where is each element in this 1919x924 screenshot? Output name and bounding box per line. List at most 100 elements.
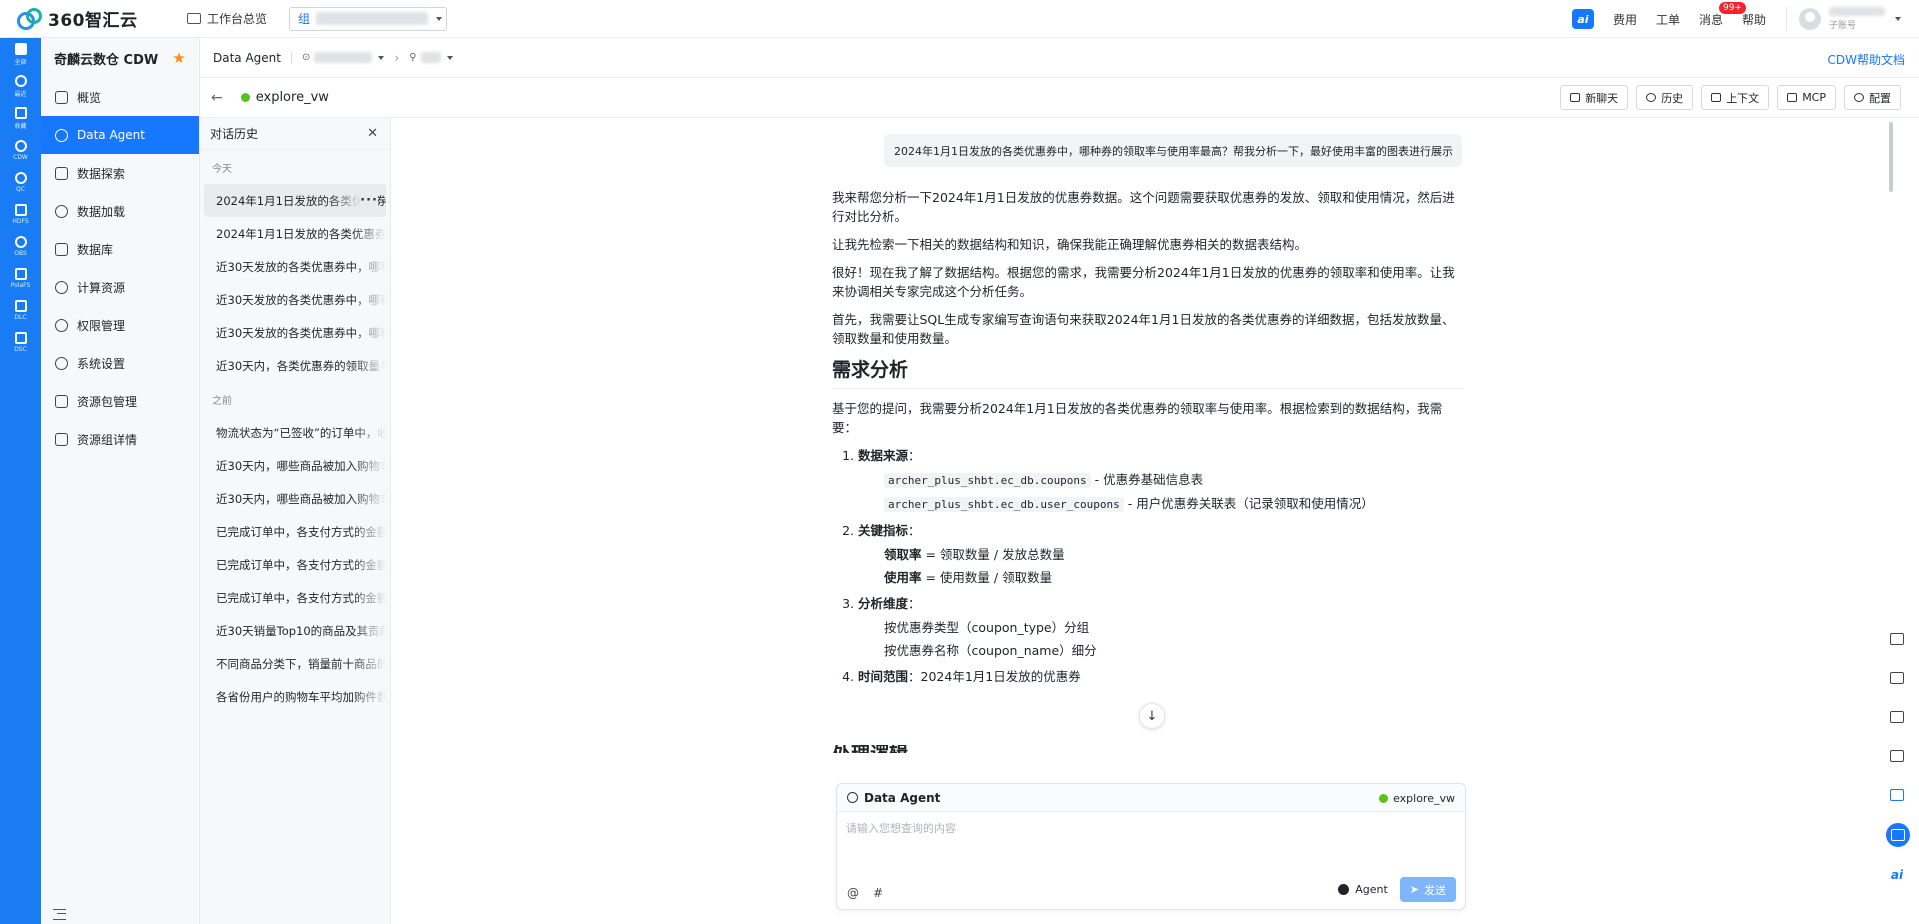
agent-icon bbox=[847, 792, 858, 803]
history-item[interactable]: 不同商品分类下，销量前十商品的 bbox=[204, 647, 386, 680]
mail-button[interactable] bbox=[1886, 667, 1908, 689]
history-item[interactable]: 近30天内，哪些商品被加入购物车次数最多 bbox=[204, 482, 386, 515]
sub-line: 按优惠券名称（coupon_name）细分 bbox=[884, 643, 1097, 658]
new-chat-button[interactable]: 新聊天 bbox=[1560, 85, 1629, 110]
chevron-down-icon bbox=[378, 55, 385, 60]
back-arrow-icon[interactable]: ← bbox=[211, 90, 223, 106]
nav-item-overview[interactable]: 概览 bbox=[41, 78, 199, 116]
metric-name: 领取率 bbox=[884, 547, 922, 562]
list-item-title: 时间范围 bbox=[858, 669, 909, 684]
rail-label: PolaFS bbox=[10, 281, 31, 289]
list-button[interactable] bbox=[1886, 745, 1908, 767]
rail-item-favorites[interactable]: 收藏 bbox=[0, 102, 41, 134]
nav-item-data-load[interactable]: 数据加载 bbox=[41, 192, 199, 230]
rail-label: DLC bbox=[14, 313, 27, 321]
edit-button[interactable] bbox=[1886, 823, 1910, 847]
history-item[interactable]: 2024年1月1日发放的各类优惠券中，哪种券的领取率与使用率最高？ bbox=[204, 217, 386, 250]
history-item[interactable]: 已完成订单中，各支付方式的金额占比 bbox=[204, 581, 386, 614]
floating-tools: ai bbox=[1886, 628, 1910, 903]
instance-select[interactable]: ⊙ bbox=[302, 52, 385, 63]
ai-assistant-button[interactable]: ai bbox=[1571, 9, 1594, 29]
close-icon[interactable]: ✕ bbox=[367, 126, 378, 141]
apps-button[interactable] bbox=[1886, 706, 1908, 728]
nav-item-compute[interactable]: 计算资源 bbox=[41, 268, 199, 306]
hash-icon[interactable]: # bbox=[873, 886, 883, 900]
history-item[interactable]: 已完成订单中，各支付方式的金额占比 bbox=[204, 548, 386, 581]
scrollbar-thumb[interactable] bbox=[1889, 122, 1893, 192]
ticket-link[interactable]: 工单 bbox=[1656, 11, 1680, 28]
user-menu[interactable]: 子账号 bbox=[1786, 7, 1901, 31]
mcp-icon bbox=[1787, 93, 1798, 102]
answer-paragraph: 首先，我需要让SQL生成专家编写查询语句来获取2024年1月1日发放的各类优惠券… bbox=[832, 312, 1455, 346]
nav-item-settings[interactable]: 系统设置 bbox=[41, 344, 199, 382]
fade-overlay bbox=[352, 647, 386, 680]
history-item[interactable]: 近30天发放的各类优惠券中，哪种券的领取率最高？ bbox=[204, 250, 386, 283]
mail-icon bbox=[1890, 672, 1904, 684]
history-item[interactable]: 已完成订单中，各支付方式的金额占比 bbox=[204, 515, 386, 548]
nav-item-data-explore[interactable]: 数据探索 bbox=[41, 154, 199, 192]
history-item[interactable]: 2024年1月1日发放的各类优惠券中，哪种券的领取率与使用率最高？··· bbox=[204, 184, 386, 217]
agent-mode-toggle[interactable]: Agent bbox=[1338, 883, 1388, 896]
history-item[interactable]: 近30天发放的各类优惠券中，哪种券的领取率最高？ bbox=[204, 316, 386, 349]
rail-item-dlc[interactable]: DLC bbox=[0, 294, 41, 326]
history-group-before: 之前 bbox=[212, 395, 232, 407]
sub-line: 领取率 = 领取数量 / 发放总数量 bbox=[884, 545, 1464, 564]
history-item[interactable]: 近30天内，哪些商品被加入购物车次数最多 bbox=[204, 449, 386, 482]
top-right-actions: ai 费用 工单 消息 99+ 帮助 子账号 bbox=[1571, 0, 1919, 38]
history-item[interactable]: 各省份用户的购物车平均加购件数 bbox=[204, 680, 386, 713]
qrcode-button[interactable] bbox=[1886, 784, 1908, 806]
nav-item-database[interactable]: 数据库 bbox=[41, 230, 199, 268]
collapse-sidebar-icon[interactable] bbox=[53, 909, 66, 920]
translate-button[interactable] bbox=[1886, 628, 1908, 650]
rail-item-all[interactable]: 全部 bbox=[0, 38, 41, 70]
mcp-button[interactable]: MCP bbox=[1777, 85, 1836, 110]
rail-item-obs[interactable]: OBS bbox=[0, 230, 41, 262]
messages-link[interactable]: 消息 99+ bbox=[1699, 1, 1746, 28]
nav-item-package[interactable]: 资源包管理 bbox=[41, 382, 199, 420]
rail-item-hdfs[interactable]: HDFS bbox=[0, 198, 41, 230]
history-button[interactable]: 历史 bbox=[1636, 85, 1694, 110]
rail-label: 全部 bbox=[14, 58, 27, 66]
fade-overlay bbox=[352, 416, 386, 449]
billing-link[interactable]: 费用 bbox=[1613, 11, 1637, 28]
group-select[interactable]: 组 bbox=[289, 6, 448, 31]
context-button[interactable]: 上下文 bbox=[1701, 85, 1770, 110]
nav-item-permission[interactable]: 权限管理 bbox=[41, 306, 199, 344]
help-link[interactable]: 帮助 bbox=[1742, 11, 1766, 28]
instance-icon: ⊙ bbox=[302, 52, 311, 63]
list-item: 关键指标： 领取率 = 领取数量 / 发放总数量 使用率 = 使用数量 / 领取… bbox=[858, 521, 1464, 587]
database-select[interactable]: ⚲ bbox=[409, 52, 453, 63]
history-item[interactable]: 近30天销量Top10的商品及其贡献 bbox=[204, 614, 386, 647]
query-input[interactable] bbox=[846, 822, 1446, 835]
chart-icon bbox=[14, 331, 27, 344]
ai-float-button[interactable]: ai bbox=[1886, 864, 1908, 886]
nav-label: 权限管理 bbox=[77, 318, 126, 333]
more-icon[interactable]: ··· bbox=[360, 193, 378, 208]
rail-item-polafs[interactable]: PolaFS bbox=[0, 262, 41, 294]
nav-item-resource-group[interactable]: 资源组详情 bbox=[41, 420, 199, 458]
history-item[interactable]: 物流状态为“已签收”的订单中，收货时长 bbox=[204, 416, 386, 449]
send-button[interactable]: ➤ 发送 bbox=[1399, 877, 1456, 902]
history-item[interactable]: 近30天内，各类优惠券的领取量与使用量 bbox=[204, 349, 386, 382]
top-bar: 360智汇云 工作台总览 组 ai 费用 工单 消息 99+ 帮助 子账号 bbox=[0, 0, 1919, 38]
scroll-to-bottom-button[interactable]: ↓ bbox=[1139, 703, 1165, 729]
mention-icon[interactable]: @ bbox=[847, 886, 859, 900]
settings-icon bbox=[1854, 93, 1864, 102]
input-workspace[interactable]: explore_vw bbox=[1379, 792, 1455, 805]
brand-logo[interactable]: 360智汇云 bbox=[17, 6, 167, 31]
rail-item-cdw[interactable]: CDW bbox=[0, 134, 41, 166]
workspace-overview-link[interactable]: 工作台总览 bbox=[187, 10, 267, 27]
list-item-title: 数据来源 bbox=[858, 448, 909, 463]
nav-item-data-agent[interactable]: Data Agent bbox=[41, 116, 199, 154]
rail-item-qc[interactable]: QC bbox=[0, 166, 41, 198]
config-button[interactable]: 配置 bbox=[1844, 85, 1901, 110]
rail-label: 最近 bbox=[14, 90, 27, 98]
arrow-down-icon: ↓ bbox=[1146, 708, 1158, 724]
rail-item-recent[interactable]: 最近 bbox=[0, 70, 41, 102]
rail-item-dsc[interactable]: DSC bbox=[0, 326, 41, 358]
list-item-title: 分析维度 bbox=[858, 596, 909, 611]
favorite-star-icon[interactable]: ★ bbox=[172, 49, 185, 67]
help-doc-link[interactable]: CDW帮助文档 bbox=[1828, 51, 1906, 68]
history-item[interactable]: 近30天发放的各类优惠券中，哪种券的领取率最高？ bbox=[204, 283, 386, 316]
star-icon bbox=[14, 106, 27, 119]
